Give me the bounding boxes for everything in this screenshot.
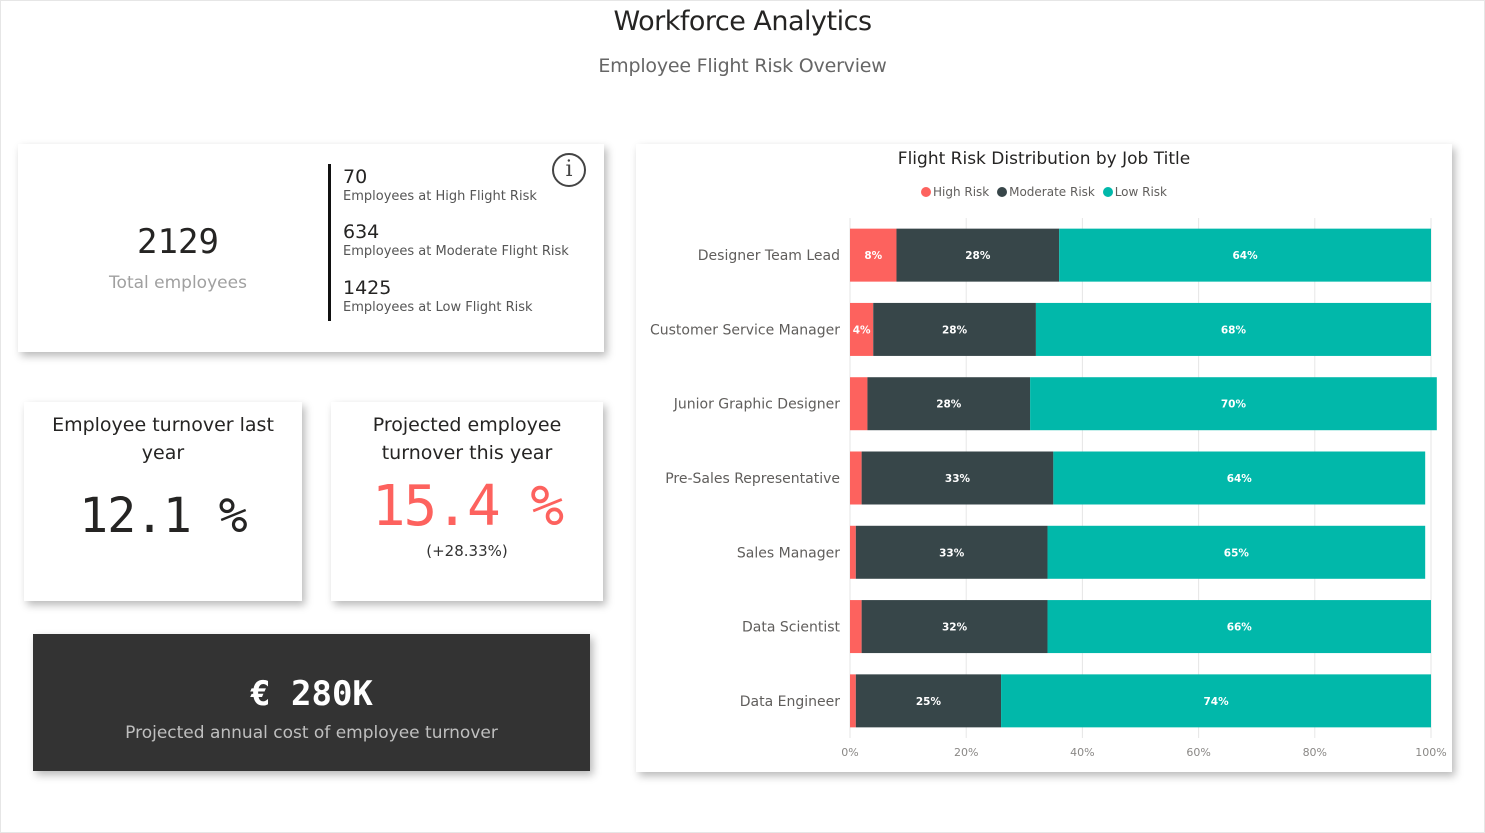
x-tick-label: 100%: [1415, 746, 1446, 759]
high-risk-stat: 70 Employees at High Flight Risk: [343, 166, 537, 206]
projected-turnover-card: Projected employee turnover this year 15…: [331, 402, 603, 601]
x-tick-label: 20%: [954, 746, 978, 759]
y-category-label: Junior Graphic Designer: [673, 397, 840, 413]
projected-turnover-title: Projected employee turnover this year: [372, 414, 562, 464]
bar-data-label: 28%: [936, 399, 962, 411]
bar-data-label: 25%: [916, 696, 942, 708]
bar-data-label: 8%: [864, 250, 882, 262]
bar-data-label: 28%: [965, 250, 991, 262]
turnover-cost-label: Projected annual cost of employee turnov…: [125, 723, 498, 743]
bar-data-label: 64%: [1233, 250, 1259, 262]
moderate-risk-stat: 634 Employees at Moderate Flight Risk: [343, 221, 569, 261]
y-category-label: Data Scientist: [742, 620, 841, 636]
flight-risk-bar-chart: 0% 20% 40% 60% 80% 100% Designer Team Lead 8% 28…: [650, 218, 1447, 759]
bar-data-label: 65%: [1224, 547, 1250, 559]
high-risk-value: 70: [343, 166, 368, 188]
bar-data-label: 68%: [1221, 324, 1247, 336]
moderate-risk-value: 634: [343, 221, 380, 243]
bar-data-label: 66%: [1227, 622, 1253, 634]
turnover-last-year-card: Employee turnover last year 12.1 %: [24, 402, 302, 601]
bar-data-label: 32%: [942, 622, 968, 634]
bar-data-label: 74%: [1203, 696, 1229, 708]
turnover-cost-value: € 280K: [250, 674, 373, 714]
page-subtitle: Employee Flight Risk Overview: [598, 55, 887, 77]
bar-segment[interactable]: [850, 451, 862, 505]
risk-divider: [328, 164, 331, 321]
total-employees-label: Total employees: [109, 273, 247, 293]
low-risk-value: 1425: [343, 277, 392, 299]
turnover-last-year-title: Employee turnover last year: [52, 414, 274, 464]
y-category-label: Designer Team Lead: [698, 248, 840, 264]
bar-data-label: 28%: [942, 324, 968, 336]
x-tick-label: 80%: [1303, 746, 1327, 759]
y-category-label: Data Engineer: [740, 694, 840, 710]
bar-data-label: 4%: [853, 324, 871, 336]
x-tick-label: 40%: [1070, 746, 1094, 759]
total-employees-value: 2129: [137, 222, 219, 262]
bar-segment[interactable]: [850, 600, 862, 654]
info-icon[interactable]: i: [552, 153, 586, 187]
high-risk-label: Employees at High Flight Risk: [343, 189, 537, 204]
moderate-risk-label: Employees at Moderate Flight Risk: [343, 244, 569, 259]
page-title: Workforce Analytics: [613, 6, 872, 37]
bar-data-label: 33%: [945, 473, 971, 485]
bar-data-label: 70%: [1221, 399, 1247, 411]
x-tick-label: 60%: [1186, 746, 1210, 759]
y-category-label: Customer Service Manager: [650, 322, 840, 338]
y-category-label: Pre-Sales Representative: [665, 471, 840, 487]
flight-risk-chart-card: Flight Risk Distribution by Job Title Hi…: [636, 144, 1452, 772]
bar-segment[interactable]: [850, 525, 856, 579]
low-risk-stat: 1425 Employees at Low Flight Risk: [343, 277, 533, 317]
bar-segment[interactable]: [850, 674, 856, 728]
x-tick-label: 0%: [841, 746, 858, 759]
projected-turnover-delta: (+28.33%): [426, 542, 508, 560]
turnover-last-year-value: 12.1 %: [79, 488, 247, 544]
bar-data-label: 33%: [939, 547, 965, 559]
low-risk-label: Employees at Low Flight Risk: [343, 300, 533, 315]
projected-turnover-value: 15.4 %: [371, 474, 564, 539]
y-category-label: Sales Manager: [737, 545, 840, 561]
bar-data-label: 64%: [1227, 473, 1253, 485]
employee-summary-card: 2129 Total employees 70 Employees at Hig…: [18, 144, 604, 352]
bar-segment[interactable]: [850, 377, 868, 431]
turnover-cost-card: € 280K Projected annual cost of employee…: [33, 634, 590, 771]
